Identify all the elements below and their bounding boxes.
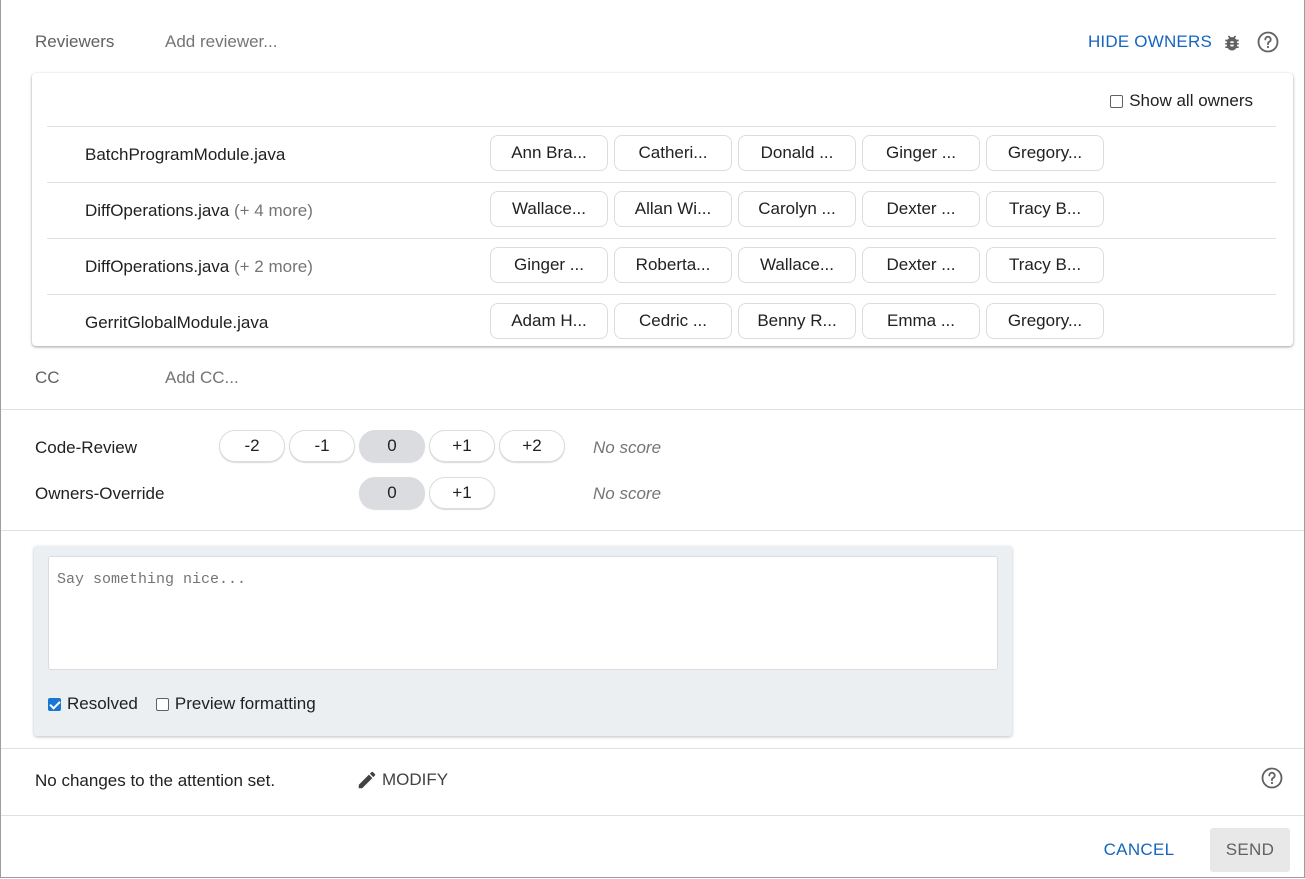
help-icon[interactable] (1256, 30, 1280, 54)
show-all-owners-checkbox[interactable]: Show all owners (1110, 91, 1253, 111)
override-vote-plus-1-button[interactable]: +1 (429, 477, 495, 509)
file-name: GerritGlobalModule.java (85, 313, 269, 332)
owner-chips: Ann Bra... Catheri... Donald ... Ginger … (490, 135, 1104, 171)
divider (1, 748, 1304, 749)
file-row: DiffOperations.java (+ 4 more) Wallace..… (47, 182, 1276, 238)
owners-panel: Show all owners BatchProgramModule.java … (32, 73, 1293, 346)
owner-chips: Adam H... Cedric ... Benny R... Emma ...… (490, 303, 1104, 339)
owner-chip[interactable]: Dexter ... (862, 247, 980, 283)
vote-0-button[interactable]: 0 (359, 430, 425, 462)
file-row: DiffOperations.java (+ 2 more) Ginger ..… (47, 238, 1276, 294)
pencil-icon (358, 771, 376, 789)
owner-chip[interactable]: Gregory... (986, 135, 1104, 171)
attention-set-text: No changes to the attention set. (35, 771, 276, 790)
comment-placeholder: Say something nice... (57, 571, 247, 588)
owner-chip[interactable]: Ginger ... (862, 135, 980, 171)
owner-chip[interactable]: Emma ... (862, 303, 980, 339)
owners-override-votes: 0 +1 (359, 477, 499, 509)
resolved-checkbox[interactable] (48, 697, 61, 711)
modify-attention-button[interactable]: MODIFY (356, 769, 448, 791)
owner-chips: Ginger ... Roberta... Wallace... Dexter … (490, 247, 1104, 283)
owners-file-table: BatchProgramModule.java Ann Bra... Cathe… (47, 126, 1276, 350)
owner-chip[interactable]: Donald ... (738, 135, 856, 171)
file-name: DiffOperations.java (+ 2 more) (85, 257, 313, 276)
reviewers-label: Reviewers (35, 32, 115, 51)
comment-options: Resolved Preview formatting (48, 694, 316, 714)
owner-chip[interactable]: Gregory... (986, 303, 1104, 339)
owner-chip[interactable]: Adam H... (490, 303, 608, 339)
divider (1, 409, 1304, 410)
cancel-button[interactable]: CANCEL (1087, 828, 1191, 872)
owner-chip[interactable]: Ann Bra... (490, 135, 608, 171)
owner-chip[interactable]: Wallace... (738, 247, 856, 283)
owner-chip[interactable]: Tracy B... (986, 247, 1104, 283)
reply-dialog: Reviewers Add reviewer... HIDE OWNERS Sh… (0, 0, 1305, 878)
code-review-label: Code-Review (35, 438, 138, 457)
owner-chip[interactable]: Dexter ... (862, 191, 980, 227)
show-all-owners-label: Show all owners (1129, 91, 1253, 110)
send-button[interactable]: SEND (1210, 828, 1290, 872)
hide-owners-button[interactable]: HIDE OWNERS (1088, 32, 1212, 52)
reviewers-row: Reviewers Add reviewer... HIDE OWNERS (35, 30, 1284, 58)
owner-chips: Wallace... Allan Wi... Carolyn ... Dexte… (490, 191, 1104, 227)
modify-label: MODIFY (382, 770, 449, 789)
owner-chip[interactable]: Tracy B... (986, 191, 1104, 227)
code-review-votes: -2 -1 0 +1 +2 (219, 430, 569, 462)
file-row: GerritGlobalModule.java Adam H... Cedric… (47, 294, 1276, 350)
owner-chip[interactable]: Benny R... (738, 303, 856, 339)
owner-chip[interactable]: Catheri... (614, 135, 732, 171)
file-name: BatchProgramModule.java (85, 145, 286, 164)
bug-icon[interactable] (1222, 32, 1242, 54)
owner-chip[interactable]: Carolyn ... (738, 191, 856, 227)
vote-minus-2-button[interactable]: -2 (219, 430, 285, 462)
checkbox-unchecked-icon[interactable] (1110, 94, 1124, 108)
owners-override-label: Owners-Override (35, 484, 165, 503)
divider (1, 815, 1304, 816)
vote-plus-2-button[interactable]: +2 (499, 430, 565, 462)
preview-formatting-checkbox[interactable] (155, 697, 169, 711)
add-reviewer-input[interactable]: Add reviewer... (165, 32, 277, 52)
divider (1, 530, 1304, 531)
code-review-status: No score (593, 438, 662, 457)
vote-minus-1-button[interactable]: -1 (289, 430, 355, 462)
owner-chip[interactable]: Wallace... (490, 191, 608, 227)
help-icon[interactable] (1260, 766, 1284, 790)
preview-formatting-label: Preview formatting (174, 694, 316, 713)
cc-label: CC (35, 368, 60, 387)
comment-textarea[interactable]: Say something nice... (48, 556, 998, 670)
owners-override-status: No score (593, 484, 662, 503)
file-name: DiffOperations.java (+ 4 more) (85, 201, 313, 220)
resolved-label: Resolved (67, 694, 138, 713)
owner-chip[interactable]: Ginger ... (490, 247, 608, 283)
owner-chip[interactable]: Allan Wi... (614, 191, 732, 227)
vote-plus-1-button[interactable]: +1 (429, 430, 495, 462)
owner-chip[interactable]: Cedric ... (614, 303, 732, 339)
add-cc-input[interactable]: Add CC... (165, 368, 239, 388)
file-row: BatchProgramModule.java Ann Bra... Cathe… (47, 126, 1276, 182)
override-vote-0-button[interactable]: 0 (359, 477, 425, 509)
owner-chip[interactable]: Roberta... (614, 247, 732, 283)
comment-panel: Say something nice... Resolved Preview f… (34, 546, 1012, 736)
